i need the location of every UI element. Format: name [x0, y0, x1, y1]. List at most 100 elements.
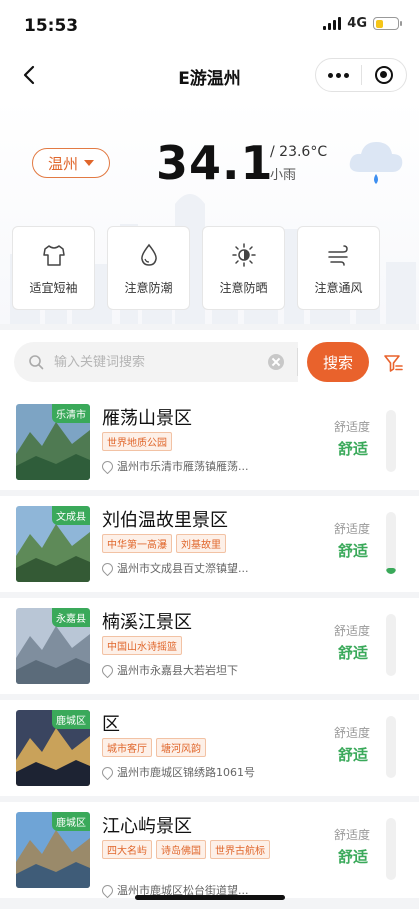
spot-address: 温州市永嘉县大若岩坦下 — [102, 662, 302, 678]
location-pin-icon — [102, 662, 116, 678]
spot-name: 楠溪江景区 — [102, 612, 192, 633]
spot-name: 雁荡山景区 — [102, 408, 192, 429]
tip-card: 注意通风 — [297, 226, 380, 310]
comfort-gauge — [386, 818, 396, 880]
status-bar: 15:53 4G — [0, 0, 419, 52]
spot-address: 温州市鹿城区锦绣路1061号 — [102, 764, 302, 780]
comfort-value: 舒适 — [338, 848, 369, 866]
spot-thumbnail: 鹿城区 — [16, 812, 90, 888]
tip-label: 适宜短袖 — [29, 280, 78, 295]
tip-label: 注意防潮 — [124, 280, 173, 295]
spot-tags: 中国山水诗摇篮 — [102, 636, 302, 655]
spot-address: 温州市文成县百丈漈镇望... — [102, 560, 302, 576]
spot-tag: 城市客厅 — [102, 738, 152, 757]
spot-tags: 城市客厅 塘河风韵 — [102, 738, 302, 757]
comfort-label: 舒适度 — [334, 522, 371, 536]
spot-tag: 中华第一高瀑 — [102, 534, 172, 553]
water-drop-icon — [140, 243, 157, 266]
spot-thumbnail: 永嘉县 — [16, 608, 90, 684]
spot-name: 区 — [102, 714, 120, 735]
search-button[interactable]: 搜索 — [307, 342, 369, 382]
spot-name: 江心屿景区 — [102, 816, 192, 837]
comfort-value: 舒适 — [338, 746, 369, 764]
spot-tag: 诗岛佛国 — [156, 840, 206, 859]
cellular-signal-icon — [323, 17, 342, 30]
battery-icon — [373, 17, 402, 30]
comfort-value: 舒适 — [338, 644, 369, 662]
district-badge: 文成县 — [52, 506, 90, 525]
mini-program-capsule — [315, 58, 407, 92]
location-pin-icon — [102, 560, 116, 576]
tip-label: 注意防晒 — [219, 280, 268, 295]
tip-card: 适宜短袖 — [12, 226, 95, 310]
close-mini-program-button[interactable] — [362, 59, 407, 91]
tip-card: 注意防晒 — [202, 226, 285, 310]
spot-tag: 塘河风韵 — [156, 738, 206, 757]
status-time: 15:53 — [24, 16, 79, 36]
network-label: 4G — [347, 16, 367, 31]
spot-name: 刘伯温故里景区 — [102, 510, 228, 531]
sun-icon — [231, 242, 256, 267]
clear-icon[interactable] — [268, 354, 284, 370]
comfort-label: 舒适度 — [334, 828, 371, 842]
comfort-gauge — [386, 614, 396, 676]
location-pin-icon — [102, 458, 116, 474]
search-input[interactable] — [54, 354, 244, 370]
spot-address: 温州市乐清市雁荡镇雁荡... — [102, 458, 302, 474]
spot-tag: 世界地质公园 — [102, 432, 172, 451]
address-text: 温州市文成县百丈漈镇望... — [117, 562, 249, 575]
spot-tag: 四大名屿 — [102, 840, 152, 859]
comfort-gauge — [386, 410, 396, 472]
scenic-spot-card[interactable]: 鹿城区 江心屿景区 四大名屿 诗岛佛国 世界古航标 温州市鹿城区松台街道望... 舒… — [0, 802, 419, 898]
district-badge: 乐清市 — [52, 404, 90, 423]
comfort-value: 舒适 — [338, 542, 369, 560]
temperature-range: / 23.6°C — [270, 144, 328, 160]
search-bar: 搜索 — [0, 330, 419, 394]
tshirt-icon — [42, 244, 65, 266]
address-text: 温州市鹿城区锦绣路1061号 — [117, 766, 255, 779]
city-name: 温州 — [47, 154, 78, 173]
comfort-label: 舒适度 — [334, 624, 371, 638]
wind-icon — [327, 244, 348, 266]
more-button[interactable] — [316, 59, 361, 91]
home-indicator — [135, 895, 285, 900]
address-text: 温州市乐清市雁荡镇雁荡... — [117, 460, 249, 473]
comfort-value: 舒适 — [338, 440, 369, 458]
weather-condition: 小雨 — [270, 168, 297, 183]
scenic-spot-card[interactable]: 乐清市 雁荡山景区 世界地质公园 温州市乐清市雁荡镇雁荡... 舒适度 舒适 — [0, 394, 419, 490]
district-badge: 鹿城区 — [52, 812, 90, 831]
spot-tags: 世界地质公园 — [102, 432, 302, 451]
search-field[interactable] — [14, 342, 298, 382]
weather-panel: 温州 34.1 / 23.6°C 小雨 适宜短袖 注意防潮 注意防晒 注意通风 — [0, 98, 419, 324]
scenic-spot-card[interactable]: 永嘉县 楠溪江景区 中国山水诗摇篮 温州市永嘉县大若岩坦下 舒适度 舒适 — [0, 598, 419, 694]
caret-down-icon — [84, 160, 94, 166]
spot-tag: 中国山水诗摇篮 — [102, 636, 182, 655]
target-icon — [374, 66, 393, 84]
tip-label: 注意通风 — [314, 280, 363, 295]
scenic-spot-list: 乐清市 雁荡山景区 世界地质公园 温州市乐清市雁荡镇雁荡... 舒适度 舒适 文… — [0, 394, 419, 904]
comfort-gauge — [386, 512, 396, 574]
city-selector[interactable]: 温州 — [32, 148, 110, 178]
scenic-spot-card[interactable]: 文成县 刘伯温故里景区 中华第一高瀑 刘基故里 温州市文成县百丈漈镇望... 舒适… — [0, 496, 419, 592]
district-badge: 鹿城区 — [52, 710, 90, 729]
spot-tags: 中华第一高瀑 刘基故里 — [102, 534, 302, 553]
location-pin-icon — [102, 764, 116, 780]
spot-thumbnail: 乐清市 — [16, 404, 90, 480]
location-pin-icon — [102, 882, 116, 898]
spot-thumbnail: 文成县 — [16, 506, 90, 582]
spot-tags: 四大名屿 诗岛佛国 世界古航标 — [102, 840, 302, 859]
search-icon — [29, 355, 44, 370]
tip-card: 注意防潮 — [107, 226, 190, 310]
district-badge: 永嘉县 — [52, 608, 90, 627]
spot-tag: 刘基故里 — [176, 534, 226, 553]
more-dots-icon — [327, 72, 349, 78]
comfort-label: 舒适度 — [334, 420, 371, 434]
scenic-spot-card[interactable]: 鹿城区 区 城市客厅 塘河风韵 温州市鹿城区锦绣路1061号 舒适度 舒适 — [0, 700, 419, 796]
address-text: 温州市永嘉县大若岩坦下 — [117, 664, 238, 677]
comfort-gauge — [386, 716, 396, 778]
filter-icon[interactable] — [382, 352, 404, 374]
spot-thumbnail: 鹿城区 — [16, 710, 90, 786]
comfort-label: 舒适度 — [334, 726, 371, 740]
spot-tag: 世界古航标 — [210, 840, 270, 859]
nav-bar: E游温州 — [0, 52, 419, 98]
